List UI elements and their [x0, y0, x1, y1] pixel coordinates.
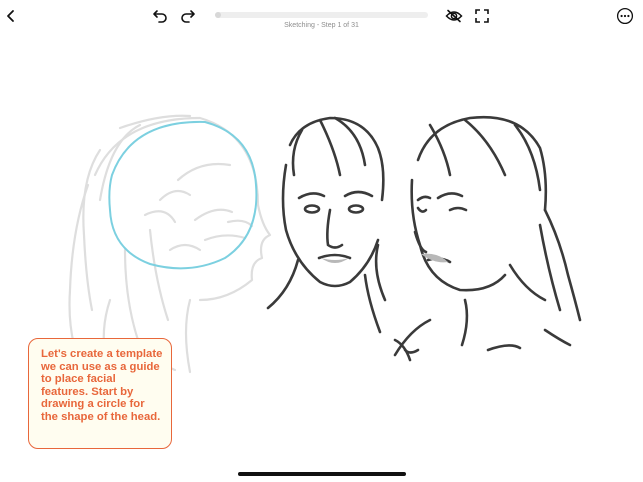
fullscreen-button[interactable] [471, 5, 493, 27]
ellipsis-circle-icon [616, 7, 634, 25]
step-label: Sketching - Step 1 of 31 [284, 22, 359, 29]
instruction-tip-card: Let's create a template we can use as a … [28, 338, 172, 449]
undo-button[interactable] [149, 5, 171, 27]
top-toolbar: Sketching - Step 1 of 31 [0, 0, 643, 36]
progress-fill [215, 12, 222, 18]
more-options-button[interactable] [614, 5, 636, 27]
undo-icon [153, 10, 167, 23]
lesson-progress-bar [215, 12, 428, 18]
front-face-lips [321, 258, 349, 263]
eye-slash-icon [445, 9, 463, 23]
redo-button[interactable] [177, 5, 199, 27]
toggle-visibility-button[interactable] [443, 5, 465, 27]
drag-handle[interactable] [312, 4, 330, 16]
reference-face-front [266, 116, 387, 334]
home-indicator[interactable] [238, 472, 406, 476]
reference-face-three-quarter [393, 115, 582, 362]
fullscreen-icon [475, 9, 489, 23]
back-button[interactable] [0, 5, 22, 27]
head-guide-circle [108, 120, 258, 270]
redo-icon [181, 10, 195, 23]
instruction-text: Let's create a template we can use as a … [41, 348, 163, 423]
chevron-left-icon [7, 10, 14, 22]
